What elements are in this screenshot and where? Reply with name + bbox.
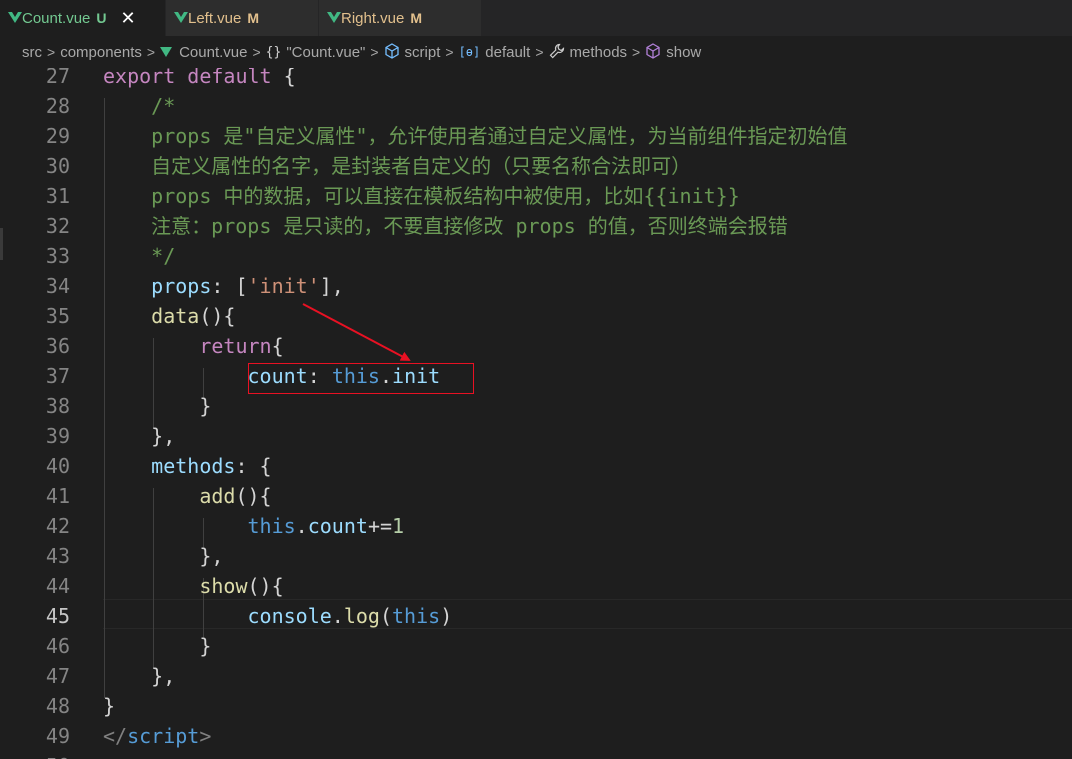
tab-status-badge: M <box>410 10 423 26</box>
breadcrumb-separator: > <box>632 44 641 60</box>
breadcrumb-methods[interactable]: methods <box>549 43 628 62</box>
module-icon: [ɵ] <box>458 45 481 59</box>
editor-tab-bar: Count.vue U ✕ Left.vue M Right.vue M <box>0 0 1072 36</box>
tab-left-vue[interactable]: Left.vue M <box>166 0 319 36</box>
tab-label: Left.vue <box>188 9 242 27</box>
breadcrumb-script-label: script <box>404 43 441 61</box>
tab-count-vue[interactable]: Count.vue U ✕ <box>0 0 166 36</box>
breadcrumb-script[interactable]: script <box>384 42 441 62</box>
breadcrumb: src > components > Count.vue > {} "Count… <box>0 36 1072 68</box>
tab-status-badge: U <box>96 10 107 26</box>
breadcrumb-separator: > <box>535 44 544 60</box>
breadcrumb-file-label: Count.vue <box>179 43 248 61</box>
close-icon[interactable]: ✕ <box>121 9 136 27</box>
tab-label: Right.vue <box>341 9 405 27</box>
breadcrumb-module-label: "Count.vue" <box>286 43 366 61</box>
breadcrumb-show[interactable]: show <box>645 42 702 62</box>
breadcrumb-separator: > <box>445 44 454 60</box>
tab-status-badge: M <box>247 10 260 26</box>
breadcrumb-components[interactable]: components <box>60 44 142 61</box>
breadcrumb-methods-label: methods <box>569 43 628 61</box>
breadcrumb-src[interactable]: src <box>22 44 42 61</box>
breadcrumb-default[interactable]: [ɵ] default <box>459 44 531 61</box>
tab-right-vue[interactable]: Right.vue M <box>319 0 482 36</box>
breadcrumb-module[interactable]: {} "Count.vue" <box>266 44 366 61</box>
breadcrumb-file[interactable]: Count.vue <box>160 44 247 61</box>
tab-label: Count.vue <box>22 9 91 27</box>
cube-icon <box>645 42 661 62</box>
breadcrumb-separator: > <box>370 44 379 60</box>
vue-file-icon <box>327 12 341 23</box>
vue-file-icon <box>8 12 22 23</box>
braces-icon: {} <box>265 44 282 60</box>
annotation-arrow-icon <box>302 303 411 361</box>
breadcrumb-default-label: default <box>485 43 531 61</box>
vue-file-icon <box>174 12 188 23</box>
breadcrumb-show-label: show <box>666 43 702 61</box>
wrench-icon <box>549 43 565 62</box>
cube-icon <box>384 42 400 62</box>
breadcrumb-separator: > <box>47 44 56 60</box>
code-editor[interactable]: 27 export default {28 /* 29 props 是"自定义属性"… <box>0 68 1072 759</box>
breadcrumb-separator: > <box>252 44 261 60</box>
breadcrumb-separator: > <box>146 44 156 60</box>
vue-file-icon <box>160 47 173 57</box>
